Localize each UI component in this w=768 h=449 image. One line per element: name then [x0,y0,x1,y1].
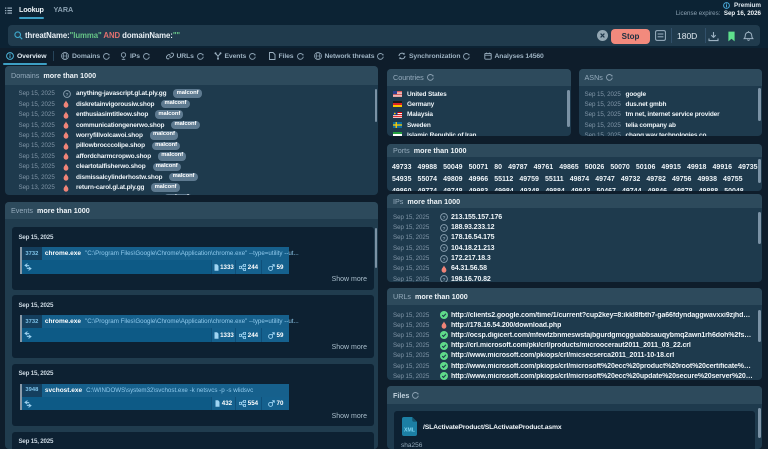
svg-text:XML: XML [404,428,416,434]
svg-text:?: ? [442,256,445,262]
svg-text:?: ? [442,215,445,221]
svg-text:?: ? [65,91,68,97]
svg-text:?: ? [442,236,445,242]
svg-text:?: ? [442,246,445,252]
svg-text:?: ? [442,277,445,282]
svg-text:?: ? [442,225,445,231]
